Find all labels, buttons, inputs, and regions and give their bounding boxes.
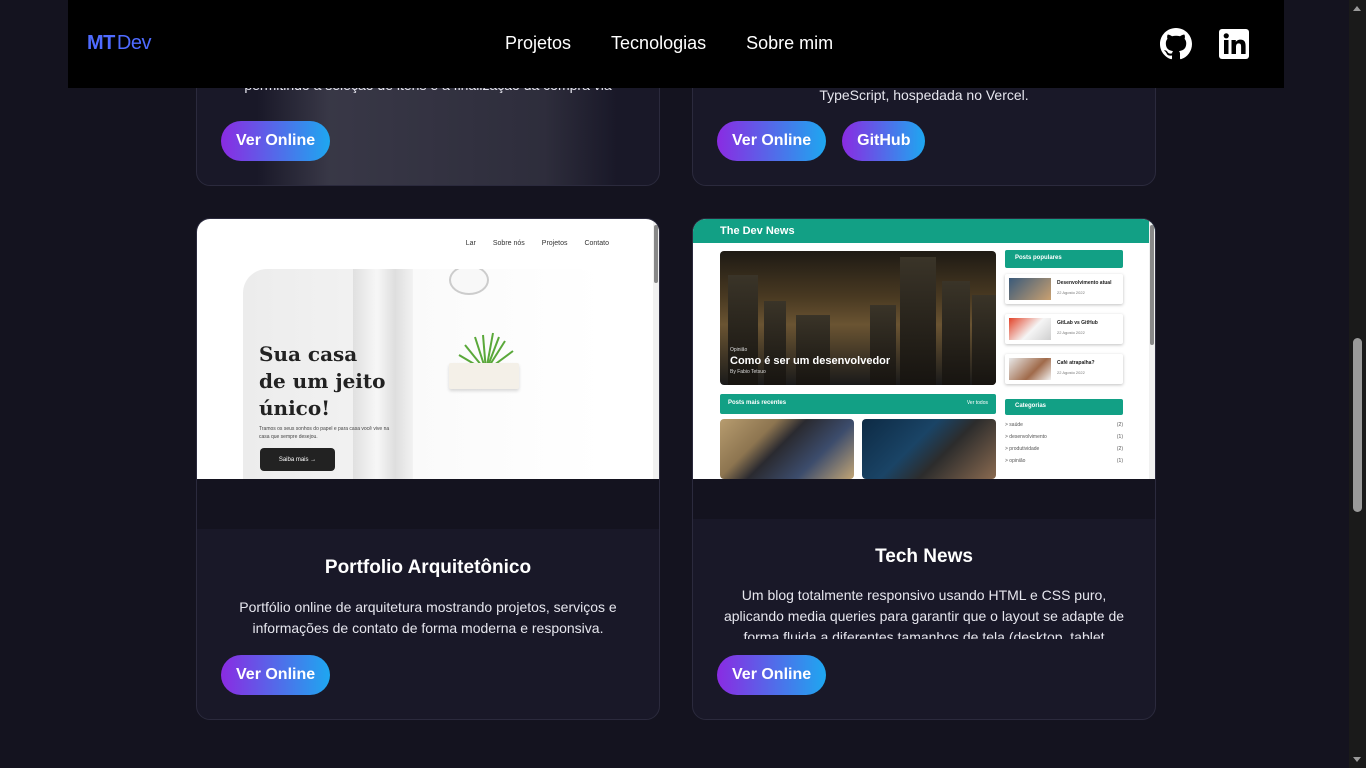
scroll-thumb[interactable] [1353, 338, 1362, 512]
github-icon[interactable] [1160, 28, 1192, 60]
preview-category-name: > produtividade [1005, 446, 1040, 452]
card-description: Um blog totalmente responsivo usando HTM… [723, 587, 1125, 639]
preview-popular-title: GitLab vs GitHub [1057, 320, 1098, 326]
github-button[interactable]: GitHub [842, 121, 926, 161]
preview-scrollbar [1149, 219, 1155, 479]
main-nav: Projetos Tecnologias Sobre mim [505, 33, 833, 54]
nav-tecnologias[interactable]: Tecnologias [611, 33, 706, 54]
preview-saiba-mais-button: Saiba mais → [260, 448, 335, 471]
project-preview-arch[interactable]: Lar Sobre nós Projetos Contato Sua casa … [197, 219, 659, 479]
logo-mt: MT [87, 32, 115, 54]
card-title-wrap: Portfolio Arquitetônico [197, 557, 659, 579]
nav-projetos[interactable]: Projetos [505, 33, 571, 54]
preview-scrollbar [653, 219, 659, 479]
preview-nav-item: Sobre nós [492, 240, 525, 247]
preview-category-count: (2) [1116, 422, 1123, 428]
linkedin-icon[interactable] [1218, 28, 1250, 60]
preview-main-title: Como é ser um desenvolvedor [730, 355, 891, 367]
preview-recent-image-phone [720, 419, 854, 479]
preview-category-row: > saúde (2) [1005, 422, 1123, 428]
building-shape [972, 295, 996, 385]
card-actions: Ver Online GitHub [717, 121, 926, 161]
preview-main-article-image: Opinião Como é ser um desenvolvedor By F… [720, 251, 996, 385]
preview-category-count: (1) [1116, 434, 1123, 440]
card-band [693, 479, 1155, 519]
preview-category-row: > produtividade (2) [1005, 446, 1123, 452]
preview-recent-more: Ver todos [966, 400, 988, 406]
card-band [197, 479, 659, 529]
preview-hero-title-text: Sua casa de um jeito único! [259, 342, 386, 420]
preview-main-kicker: Opinião [730, 347, 748, 353]
preview-popular-header: Posts populares [1005, 250, 1123, 268]
project-card-portfolio: Lar Sobre nós Projetos Contato Sua casa … [196, 218, 660, 720]
preview-category-row: > desenvolvimento (1) [1005, 434, 1123, 440]
preview-nav-item: Projetos [541, 240, 568, 247]
preview-category-name: > desenvolvimento [1005, 434, 1047, 440]
preview-category-count: (2) [1116, 446, 1123, 452]
card-title: Portfolio Arquitetônico [324, 557, 532, 578]
card-description-wrap: Um blog totalmente responsivo usando HTM… [693, 585, 1155, 639]
preview-popular-thumb [1009, 278, 1051, 300]
card-description-wrap: TypeScript, hospedada no Vercel. [693, 85, 1155, 106]
scroll-up-arrow-icon[interactable] [1353, 6, 1361, 11]
preview-popular-item: GitLab vs GitHub 22 Agosto 2022 [1005, 314, 1123, 344]
preview-recent-image-camera [862, 419, 996, 479]
preview-recent-label: Posts mais recentes [728, 400, 787, 406]
preview-popular-date: 22 Agosto 2022 [1057, 290, 1085, 295]
preview-main-caption: Opinião Como é ser um desenvolvedor By F… [730, 347, 890, 375]
logo-dev: Dev [116, 32, 152, 54]
preview-scroll-thumb [654, 225, 658, 283]
preview-nav-item: Contato [584, 240, 609, 247]
card-description-wrap: Portfólio online de arquitetura mostrand… [197, 597, 659, 639]
preview-popular-date: 22 Agosto 2022 [1057, 370, 1085, 375]
ver-online-button[interactable]: Ver Online [717, 121, 827, 161]
preview-nav-item: Lar [465, 240, 476, 247]
preview-popular-thumb [1009, 318, 1051, 340]
card-title: Tech News [875, 546, 973, 567]
nav-sobre-mim[interactable]: Sobre mim [746, 33, 833, 54]
preview-categories-label: Categorias [1015, 403, 1047, 409]
preview-category-row: > opinião (1) [1005, 458, 1123, 464]
project-card-tech-news: The Dev News Opinião Como é ser um desen… [692, 218, 1156, 720]
ver-online-button[interactable]: Ver Online [717, 655, 827, 695]
preview-category-count: (1) [1116, 458, 1123, 464]
card-actions: Ver Online [221, 121, 331, 161]
preview-popular-date: 22 Agosto 2022 [1057, 330, 1085, 335]
clock-shape [449, 269, 489, 295]
preview-news-header: The Dev News [693, 219, 1155, 243]
preview-recent-header: Posts mais recentes Ver todos [720, 394, 996, 414]
card-actions: Ver Online [717, 655, 827, 695]
preview-categories-header: Categorias [1005, 399, 1123, 415]
card-description: Portfólio online de arquitetura mostrand… [239, 599, 617, 636]
building-shape [900, 257, 936, 385]
preview-hero-title: Sua casa de um jeito único! [259, 341, 389, 422]
card-actions: Ver Online [221, 655, 331, 695]
card-title-wrap: Tech News [693, 546, 1155, 568]
preview-category-name: > saúde [1005, 422, 1023, 428]
preview-hero-subtitle: Tramos os seus sonhos do papel e para ca… [259, 426, 390, 440]
social-links [1160, 28, 1250, 60]
preview-popular-title: Café atrapalha? [1057, 360, 1095, 366]
preview-popular-item: Café atrapalha? 22 Agosto 2022 [1005, 354, 1123, 384]
preview-popular-label: Posts populares [1015, 255, 1062, 261]
logo[interactable]: MT Dev [87, 32, 151, 55]
page-scrollbar[interactable] [1349, 0, 1366, 768]
preview-popular-item: Desenvolvimento atual 22 Agosto 2022 [1005, 274, 1123, 304]
site-header: MT Dev Projetos Tecnologias Sobre mim [68, 0, 1284, 88]
project-preview-news[interactable]: The Dev News Opinião Como é ser um desen… [693, 219, 1155, 479]
preview-popular-thumb [1009, 358, 1051, 380]
building-shape [942, 281, 970, 385]
ver-online-button[interactable]: Ver Online [221, 655, 331, 695]
preview-main-author: By Fabio Tetsuo [730, 369, 766, 375]
preview-scroll-thumb [1150, 225, 1154, 345]
preview-news-brand: The Dev News [720, 225, 795, 237]
preview-nav: Lar Sobre nós Projetos Contato [466, 240, 609, 247]
ver-online-button[interactable]: Ver Online [221, 121, 331, 161]
shelf-shape [449, 363, 519, 389]
preview-popular-title: Desenvolvimento atual [1057, 280, 1112, 286]
scroll-down-arrow-icon[interactable] [1353, 757, 1361, 762]
preview-category-name: > opinião [1005, 458, 1026, 464]
card-description: TypeScript, hospedada no Vercel. [819, 87, 1029, 103]
